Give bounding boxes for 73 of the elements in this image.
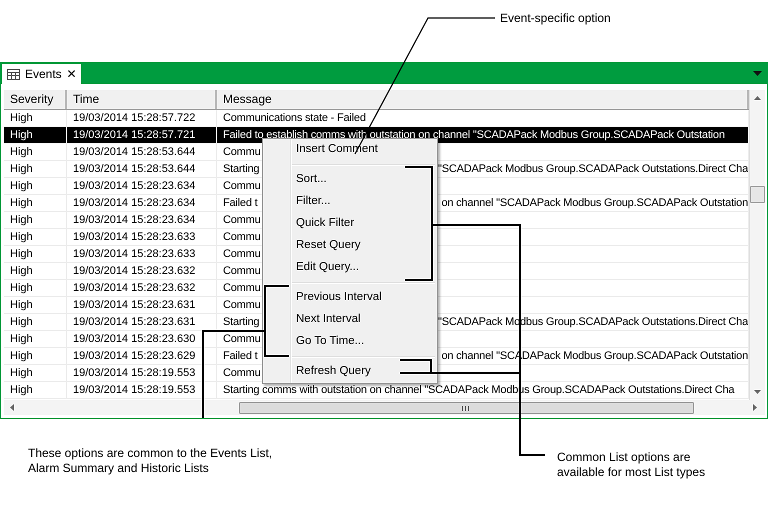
table-cell: Commu <box>223 231 261 245</box>
events-tab[interactable]: Events ✕ <box>2 64 81 84</box>
table-cell: 19/03/2014 15:28:23.632 <box>67 263 217 279</box>
table-cell: Failed to establish comms with outstation on channel "SCADAPack Modbus Group.SCADAPack Outstation <box>223 129 725 143</box>
table-cell: 19/03/2014 15:28:23.631 <box>67 297 217 313</box>
table-cell: 19/03/2014 15:28:23.634 <box>67 195 217 211</box>
table-cell: 19/03/2014 15:28:23.632 <box>67 280 217 296</box>
table-cell: Failed t <box>223 350 258 364</box>
table-cell: High <box>4 110 67 126</box>
table-cell: High <box>4 263 67 279</box>
table-icon <box>7 68 20 80</box>
table-cell: High <box>4 246 67 262</box>
table-cell: High <box>4 331 67 347</box>
scroll-thumb[interactable] <box>239 402 694 414</box>
table-cell: High <box>4 382 67 398</box>
table-cell: 19/03/2014 15:28:23.630 <box>67 331 217 347</box>
table-cell: 19/03/2014 15:28:23.634 <box>67 212 217 228</box>
tab-label: Events <box>25 67 62 81</box>
vertical-scrollbar[interactable] <box>749 90 765 400</box>
table-cell: "SCADAPack Modbus Group.SCADAPack Outstations.Direct Cha <box>438 163 748 177</box>
table-cell: 19/03/2014 15:28:53.644 <box>67 161 217 177</box>
table-cell: Commu <box>223 299 261 313</box>
table-row[interactable]: High 19/03/2014 15:28:57.721 Failed to establish comms with outstation on channel "SCADAPack Modbus Group.SCADAPack Outstation <box>4 127 749 144</box>
table-cell: Commu <box>223 265 261 279</box>
table-cell: High <box>4 348 67 364</box>
table-cell: High <box>4 229 67 245</box>
table-cell: Communications state - Failed <box>223 112 366 126</box>
table-cell: High <box>4 212 67 228</box>
table-cell: 19/03/2014 15:28:23.631 <box>67 314 217 330</box>
table-cell: 19/03/2014 15:28:23.629 <box>67 348 217 364</box>
table-cell: High <box>4 195 67 211</box>
column-header[interactable]: Time <box>67 90 217 109</box>
table-cell: Commu <box>223 146 261 160</box>
table-cell: Commu <box>223 282 261 296</box>
table-cell: High <box>4 178 67 194</box>
close-icon[interactable]: ✕ <box>66 67 77 81</box>
menu-item[interactable]: Quick Filter <box>263 213 437 235</box>
callout-text: Common List options are available for most List types <box>557 450 706 480</box>
table-cell: High <box>4 127 67 143</box>
scroll-up-icon[interactable] <box>754 96 761 100</box>
table-cell: 19/03/2014 15:28:53.644 <box>67 144 217 160</box>
table-cell: Commu <box>223 333 261 347</box>
table-cell: 19/03/2014 15:28:57.721 <box>67 127 217 143</box>
table-cell: Commu <box>223 180 261 194</box>
scroll-left-icon[interactable] <box>10 404 14 411</box>
dropdown-icon[interactable] <box>753 70 762 76</box>
table-cell: 19/03/2014 15:28:19.553 <box>67 382 217 398</box>
table-cell: Failed t <box>223 197 258 211</box>
table-cell: 19/03/2014 15:28:19.553 <box>67 365 217 381</box>
table-cell: High <box>4 314 67 330</box>
table-cell: Commu <box>223 248 261 262</box>
scroll-right-icon[interactable] <box>753 404 757 411</box>
table-cell: Commu <box>223 214 261 228</box>
table-cell: 19/03/2014 15:28:23.633 <box>67 246 217 262</box>
table-cell: on channel "SCADAPack Modbus Group.SCADAPack Outstation <box>441 197 748 211</box>
table-cell: High <box>4 144 67 160</box>
horizontal-scrollbar[interactable] <box>4 400 765 415</box>
table-cell: High <box>4 280 67 296</box>
callout-text: These options are common to the Events List, Alarm Summary and Historic Lists <box>28 446 272 476</box>
table-cell: High <box>4 297 67 313</box>
table-cell: 19/03/2014 15:28:57.722 <box>67 110 217 126</box>
menu-item[interactable]: Filter... <box>263 191 437 213</box>
scroll-thumb[interactable] <box>750 186 765 203</box>
scroll-down-icon[interactable] <box>754 390 761 394</box>
table-cell: Starting <box>223 316 260 330</box>
callout-text: Event-specific option <box>500 11 611 26</box>
table-cell: Commu <box>223 367 261 381</box>
table-cell: High <box>4 161 67 177</box>
table-cell: Starting <box>223 163 260 177</box>
column-header[interactable]: Severity <box>4 90 67 109</box>
table-cell: 19/03/2014 15:28:23.634 <box>67 178 217 194</box>
table-cell: High <box>4 365 67 381</box>
table-cell: 19/03/2014 15:28:23.633 <box>67 229 217 245</box>
